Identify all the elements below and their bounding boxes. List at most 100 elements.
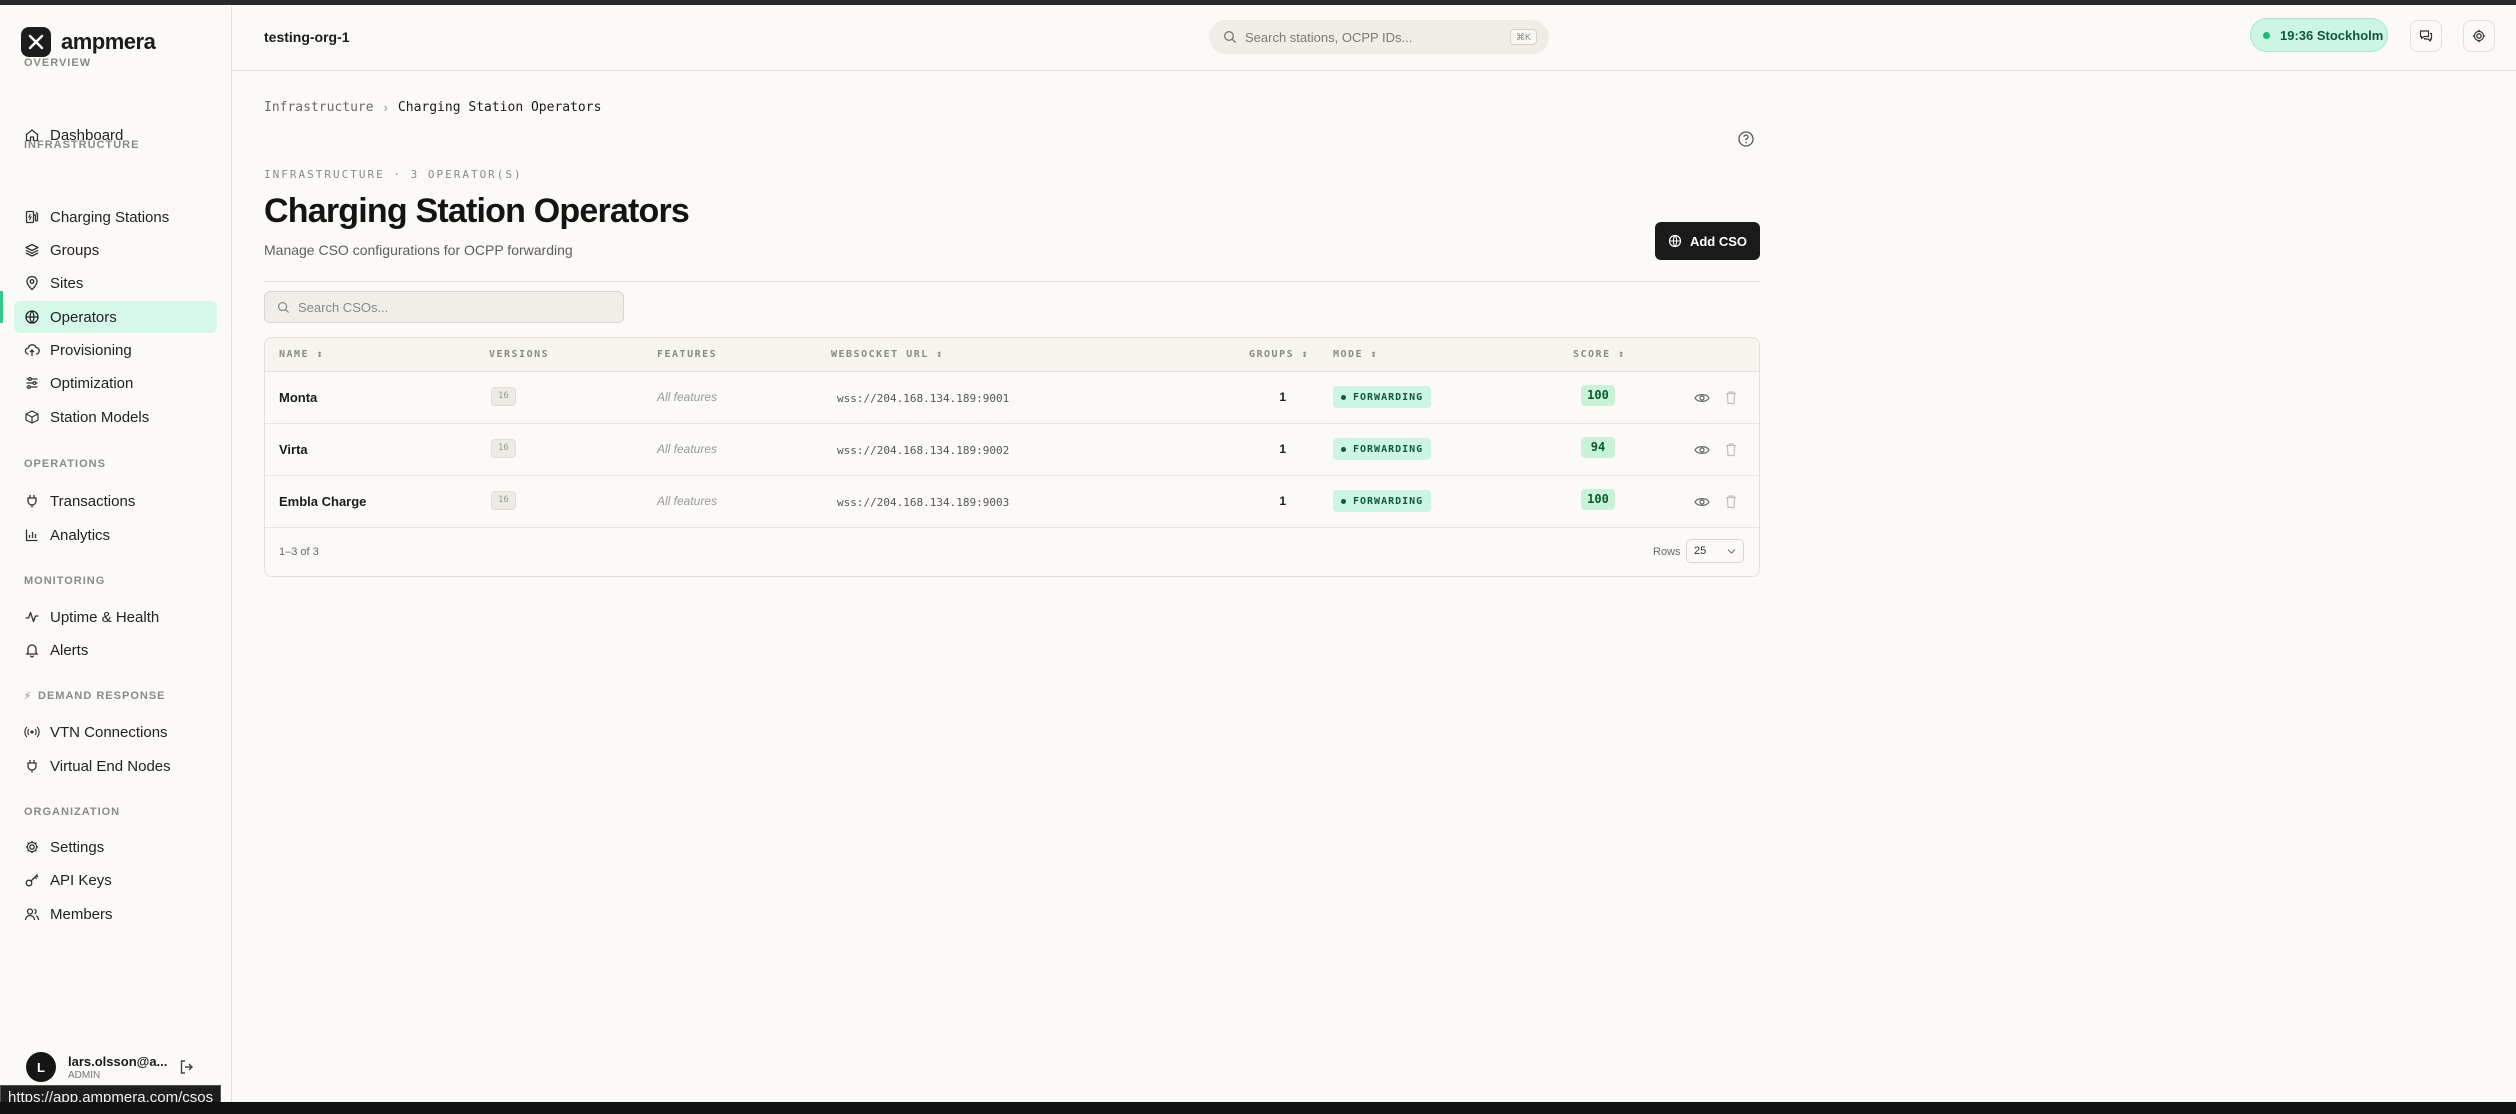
table-header: NAME ↕ VERSIONS FEATURES WEBSOCKET URL ↕…	[265, 338, 1759, 372]
rows-per-page-select[interactable]: 25	[1686, 539, 1744, 563]
plug-icon	[27, 760, 37, 773]
sidebar-item-members[interactable]: Members	[14, 898, 217, 930]
mode-badge: FORWARDING	[1333, 490, 1432, 512]
key-icon	[25, 874, 39, 887]
bell-icon	[25, 644, 39, 658]
table-row[interactable]: Monta 16 All features wss://204.168.134.…	[265, 372, 1759, 424]
add-cso-button[interactable]: Add CSO	[1655, 222, 1760, 260]
view-icon[interactable]	[1694, 495, 1710, 509]
score-badge: 94	[1581, 437, 1615, 458]
sidebar-item-settings[interactable]: Settings	[14, 831, 217, 863]
page-eyebrow: INFRASTRUCTURE · 3 OPERATOR(S)	[264, 168, 523, 181]
global-search-input[interactable]: Search stations, OCPP IDs... ⌘K	[1209, 20, 1549, 54]
sidebar-item-provisioning[interactable]: Provisioning	[14, 334, 217, 366]
websocket-url: wss://204.168.134.189:9003	[837, 496, 1010, 509]
sidebar-item-transactions[interactable]: Transactions	[14, 485, 217, 517]
sidebar-item-api-keys[interactable]: API Keys	[14, 864, 217, 896]
ampmera-logo-icon	[21, 27, 51, 57]
lightning-icon: ⚡︎	[24, 690, 33, 702]
delete-icon[interactable]	[1724, 390, 1738, 405]
features-text: All features	[657, 494, 718, 508]
chevron-down-icon	[1727, 549, 1736, 554]
user-email: lars.olsson@a...	[68, 1053, 168, 1069]
rows-value: 25	[1694, 545, 1707, 557]
section-infrastructure: INFRASTRUCTURE	[24, 139, 140, 151]
section-title: DEMAND RESPONSE	[38, 690, 166, 702]
cso-table: NAME ↕ VERSIONS FEATURES WEBSOCKET URL ↕…	[264, 337, 1760, 577]
sidebar-item-vtn-connections[interactable]: VTN Connections	[14, 716, 217, 748]
status-dot	[1341, 394, 1346, 400]
plug-icon	[27, 495, 37, 508]
settings-button[interactable]	[2463, 20, 2495, 52]
column-header-name[interactable]: NAME ↕	[279, 349, 324, 360]
gear-icon	[25, 840, 39, 854]
view-icon[interactable]	[1694, 391, 1710, 405]
mode-badge: FORWARDING	[1333, 438, 1432, 460]
local-time-badge: 19:36 Stockholm	[2250, 18, 2388, 52]
status-dot	[1341, 498, 1346, 504]
sidebar-item-analytics[interactable]: Analytics	[14, 519, 217, 551]
sidebar-item-label: Optimization	[50, 374, 134, 392]
sidebar-item-station-models[interactable]: Station Models	[14, 401, 217, 433]
sidebar-item-label: Virtual End Nodes	[50, 757, 171, 775]
sidebar-item-operators[interactable]: Operators	[14, 301, 217, 333]
column-header-websocket-url[interactable]: WEBSOCKET URL ↕	[831, 349, 944, 360]
column-header-mode[interactable]: MODE ↕	[1333, 349, 1378, 360]
column-header-groups[interactable]: GROUPS ↕	[1249, 349, 1309, 360]
version-badge: 16	[491, 387, 516, 406]
gear-icon	[2472, 29, 2486, 43]
sidebar-item-label: Members	[50, 905, 113, 923]
cso-name: Monta	[279, 390, 318, 405]
sidebar-item-label: Sites	[50, 274, 84, 292]
table-row[interactable]: Embla Charge 16 All features wss://204.1…	[265, 476, 1759, 528]
avatar: L	[26, 1052, 56, 1082]
groups-count: 1	[1279, 390, 1286, 404]
chat-button[interactable]	[2410, 20, 2442, 52]
view-icon[interactable]	[1694, 443, 1710, 457]
breadcrumb: Infrastructure › Charging Station Operat…	[264, 100, 601, 115]
bottom-terminal-strip	[0, 1102, 2516, 1114]
help-icon[interactable]	[1737, 130, 1755, 148]
globe-icon	[25, 310, 39, 324]
table-row[interactable]: Virta 16 All features wss://204.168.134.…	[265, 424, 1759, 476]
features-text: All features	[657, 390, 718, 404]
top-header: testing-org-1 Search stations, OCPP IDs.…	[232, 5, 2516, 71]
delete-icon[interactable]	[1724, 494, 1738, 509]
sidebar-item-sites[interactable]: Sites	[14, 267, 217, 299]
map-pin-icon	[26, 275, 38, 291]
activity-icon	[25, 611, 39, 623]
globe-icon	[1668, 234, 1682, 248]
sidebar-item-label: API Keys	[50, 871, 112, 889]
groups-count: 1	[1279, 442, 1286, 456]
sidebar-item-label: Groups	[50, 241, 100, 259]
user-profile[interactable]: L lars.olsson@a... ADMIN	[26, 1052, 167, 1082]
divider	[264, 281, 1760, 282]
section-organization: ORGANIZATION	[24, 806, 121, 818]
sidebar-item-label: Charging Stations	[50, 208, 170, 226]
sidebar-item-label: Provisioning	[50, 341, 132, 359]
charging-station-icon	[25, 210, 39, 224]
score-badge: 100	[1581, 489, 1615, 510]
sliders-icon	[26, 376, 38, 390]
sidebar-item-optimization[interactable]: Optimization	[14, 367, 217, 399]
add-cso-label: Add CSO	[1689, 233, 1748, 249]
breadcrumb-separator: ›	[383, 100, 388, 115]
users-icon	[24, 908, 40, 921]
logout-icon[interactable]	[178, 1058, 196, 1076]
breadcrumb-infrastructure[interactable]: Infrastructure	[264, 100, 374, 115]
pagination-count: 1–3 of 3	[279, 546, 319, 558]
sidebar-item-alerts[interactable]: Alerts	[14, 634, 217, 666]
sidebar-item-label: Station Models	[50, 408, 150, 426]
sidebar-item-virtual-end-nodes[interactable]: Virtual End Nodes	[14, 750, 217, 782]
sidebar-item-groups[interactable]: Groups	[14, 234, 217, 266]
sidebar-item-charging-stations[interactable]: Charging Stations	[14, 201, 217, 233]
sidebar-item-uptime-health[interactable]: Uptime & Health	[14, 601, 217, 633]
search-placeholder: Search CSOs...	[298, 299, 389, 315]
org-name[interactable]: testing-org-1	[264, 29, 350, 45]
section-demand-response: ⚡︎ DEMAND RESPONSE	[24, 690, 166, 702]
column-header-score[interactable]: SCORE ↕	[1573, 349, 1626, 360]
cso-search-input[interactable]: Search CSOs...	[264, 291, 624, 323]
logo[interactable]: ampmera	[21, 27, 156, 57]
table-footer: 1–3 of 3 Rows 25	[265, 528, 1759, 576]
delete-icon[interactable]	[1724, 442, 1738, 457]
